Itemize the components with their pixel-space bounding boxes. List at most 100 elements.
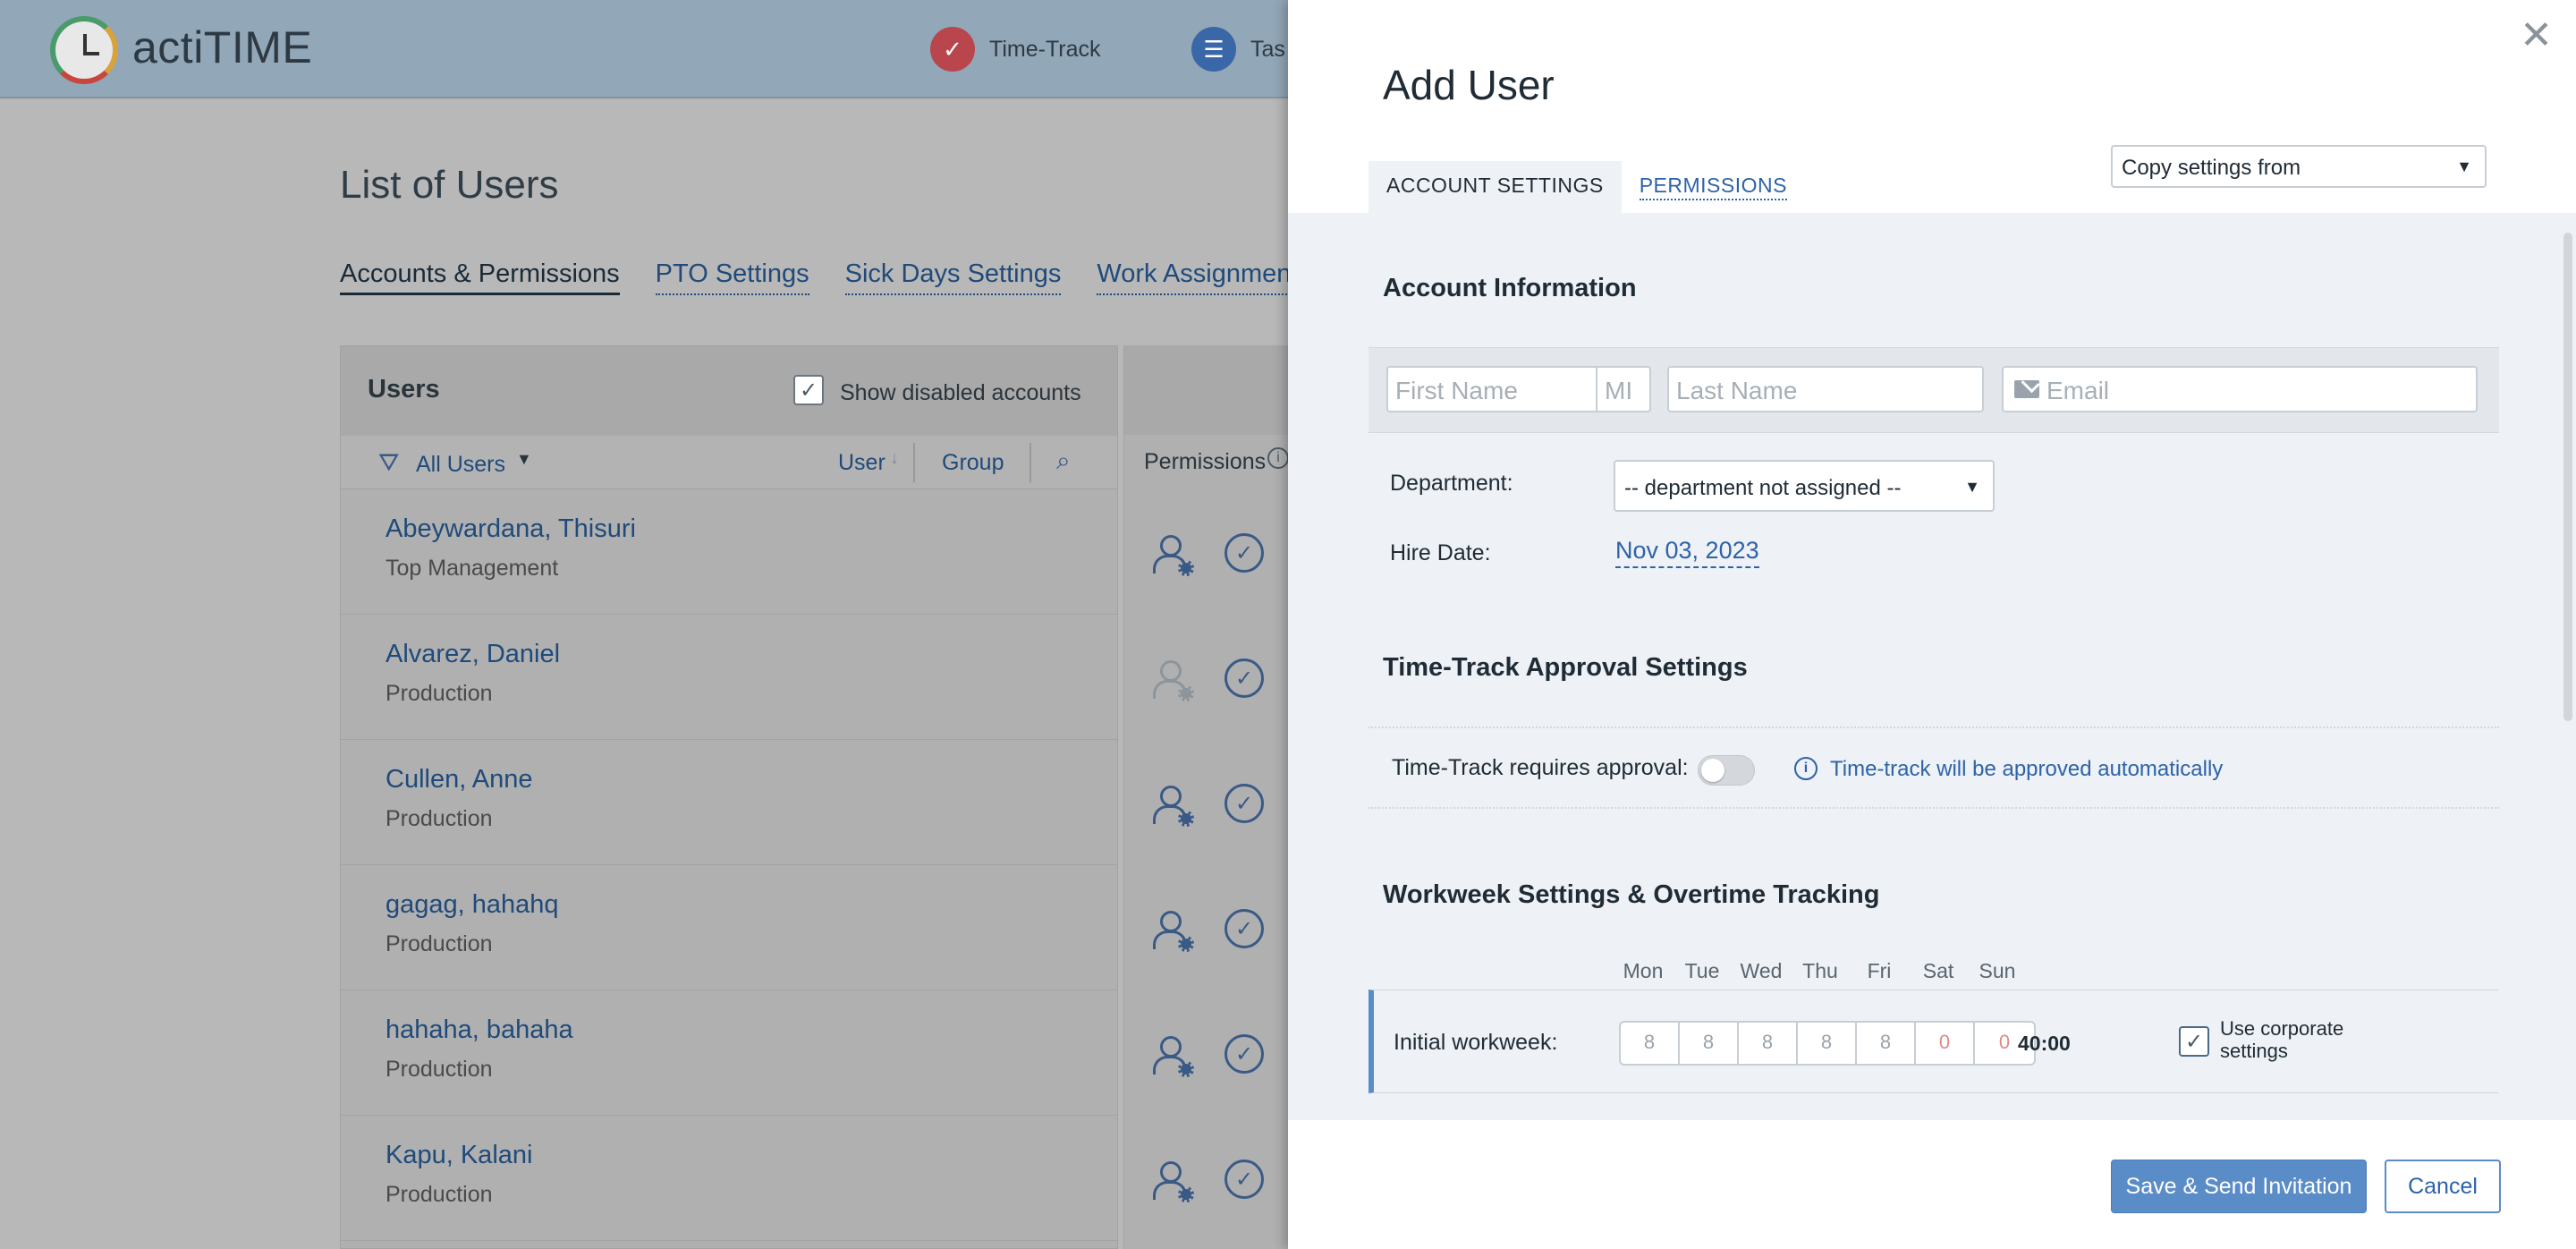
email-input[interactable]: Email	[2002, 366, 2478, 412]
save-send-invitation-button[interactable]: Save & Send Invitation	[2111, 1160, 2367, 1213]
approve-edit-icon[interactable]: ✓	[1224, 1034, 1264, 1074]
gear-icon	[1178, 811, 1194, 827]
cancel-button[interactable]: Cancel	[2385, 1160, 2501, 1213]
search-icon[interactable]: ⌕	[1056, 446, 1071, 476]
tab-permissions-label: PERMISSIONS	[1639, 174, 1787, 200]
user-name[interactable]: gagag, hahahq	[386, 890, 559, 920]
time-track-icon: ✓	[930, 27, 975, 72]
add-user-panel: ✕ Add User Copy settings from ▼ ACCOUNT …	[1288, 0, 2576, 1249]
table-row[interactable]: hahaha, bahaha Production	[341, 990, 1117, 1116]
middle-initial-input[interactable]: MI	[1596, 366, 1651, 412]
permission-icons: ✓	[1151, 658, 1264, 701]
section-title-workweek: Workweek Settings & Overtime Tracking	[1383, 880, 1880, 909]
brand-name[interactable]: actiTIME	[132, 21, 312, 73]
modal-title: Add User	[1383, 62, 1555, 108]
hours-input-fri[interactable]: 8	[1857, 1023, 1916, 1064]
close-icon[interactable]: ✕	[2520, 16, 2553, 55]
modal-tabs: ACCOUNT SETTINGS PERMISSIONS	[1368, 161, 1805, 213]
permission-icons: ✓	[1151, 909, 1264, 952]
permission-icons: ✓	[1151, 533, 1264, 576]
tab-permissions[interactable]: PERMISSIONS	[1622, 161, 1805, 213]
approve-edit-icon[interactable]: ✓	[1224, 784, 1264, 823]
user-settings-icon[interactable]	[1151, 1034, 1194, 1077]
gear-icon	[1178, 560, 1194, 576]
user-name[interactable]: Abeywardana, Thisuri	[386, 514, 636, 544]
user-department: Production	[386, 931, 493, 956]
table-row[interactable]: Kapu, Kalani Production	[341, 1116, 1117, 1241]
user-settings-icon[interactable]	[1151, 784, 1194, 827]
approve-edit-icon[interactable]: ✓	[1224, 533, 1264, 573]
hours-input-tue[interactable]: 8	[1680, 1023, 1739, 1064]
nav-tasks[interactable]: ☰ Tas	[1191, 27, 1285, 72]
workweek-total: 40:00	[2018, 1032, 2071, 1055]
user-settings-icon[interactable]	[1151, 909, 1194, 952]
first-name-input[interactable]: First Name	[1386, 366, 1597, 412]
gear-icon	[1178, 1186, 1194, 1202]
approve-edit-icon[interactable]: ✓	[1224, 658, 1264, 698]
hire-date-picker[interactable]: Nov 03, 2023	[1615, 537, 1759, 568]
divider	[1368, 726, 2499, 728]
approval-toggle[interactable]	[1698, 755, 1755, 786]
day-header: Fri	[1867, 959, 1892, 982]
user-department: Top Management	[386, 556, 559, 581]
workweek-label: Initial workweek:	[1394, 1030, 1558, 1055]
table-row[interactable]: Alvarez, Daniel Production	[341, 615, 1117, 740]
tab-account-settings[interactable]: ACCOUNT SETTINGS	[1368, 161, 1622, 213]
copy-settings-select[interactable]: Copy settings from ▼	[2111, 145, 2487, 188]
gear-icon	[1178, 685, 1194, 701]
user-settings-icon[interactable]	[1151, 1160, 1194, 1202]
table-row[interactable]: Abeywardana, Thisuri Top Management	[341, 489, 1117, 615]
subtab-accounts-permissions[interactable]: Accounts & Permissions	[340, 259, 620, 295]
column-divider	[1030, 443, 1031, 482]
permission-icons: ✓	[1151, 1160, 1264, 1202]
info-icon[interactable]: i	[1267, 447, 1289, 469]
hours-input-mon[interactable]: 8	[1621, 1023, 1680, 1064]
user-department: Production	[386, 681, 493, 706]
use-corporate-label[interactable]: Use corporate settings	[2220, 1017, 2399, 1062]
subtab-sick-days-settings[interactable]: Sick Days Settings	[844, 259, 1062, 295]
user-name[interactable]: Kapu, Kalani	[386, 1141, 532, 1170]
caret-down-icon: ▼	[2456, 157, 2472, 175]
scrollbar[interactable]	[2563, 233, 2572, 721]
subtab-pto-settings[interactable]: PTO Settings	[655, 259, 809, 295]
name-fields-row: First Name MI Last Name Email	[1368, 347, 2499, 433]
hours-input-wed[interactable]: 8	[1739, 1023, 1798, 1064]
table-row[interactable]: gagag, hahahq Production	[341, 865, 1117, 990]
day-header: Tue	[1684, 959, 1720, 982]
department-select[interactable]: -- department not assigned -- ▼	[1614, 460, 1995, 512]
section-title-approval: Time-Track Approval Settings	[1383, 653, 1748, 682]
user-settings-icon[interactable]	[1151, 658, 1194, 701]
user-name[interactable]: Cullen, Anne	[386, 765, 532, 794]
day-header: Sat	[1922, 959, 1954, 982]
sort-by-user[interactable]: User	[838, 450, 886, 476]
subtab-work-assignments[interactable]: Work Assignments	[1097, 259, 1311, 295]
permission-icons: ✓	[1151, 784, 1264, 827]
all-users-filter[interactable]: All Users	[416, 452, 505, 478]
user-department: Production	[386, 1182, 493, 1207]
day-header: Sun	[1979, 959, 2016, 982]
nav-tasks-label: Tas	[1250, 36, 1285, 62]
actitime-logo-icon[interactable]	[50, 16, 118, 84]
info-icon: i	[1794, 757, 1818, 780]
show-disabled-checkbox[interactable]: ✓	[793, 375, 824, 405]
approve-edit-icon[interactable]: ✓	[1224, 909, 1264, 948]
user-name[interactable]: Alvarez, Daniel	[386, 640, 560, 669]
filter-icon[interactable]: ⛛	[378, 448, 400, 478]
use-corporate-checkbox[interactable]: ✓	[2179, 1026, 2209, 1057]
permission-icons: ✓	[1151, 1034, 1264, 1077]
hours-input-thu[interactable]: 8	[1798, 1023, 1857, 1064]
table-row[interactable]: Cullen, Anne Production	[341, 740, 1117, 865]
modal-body: Account Information First Name MI Last N…	[1288, 213, 2576, 1120]
show-disabled-label[interactable]: Show disabled accounts	[840, 380, 1081, 406]
day-header: Wed	[1740, 959, 1783, 982]
user-name[interactable]: hahaha, bahaha	[386, 1015, 573, 1045]
last-name-input[interactable]: Last Name	[1667, 366, 1984, 412]
nav-time-track[interactable]: ✓ Time-Track	[930, 27, 1101, 72]
users-list-panel: Users ✓ Show disabled accounts ⛛ All Use…	[340, 345, 1118, 1249]
sort-by-group[interactable]: Group	[942, 450, 1004, 476]
user-settings-icon[interactable]	[1151, 533, 1194, 576]
hours-input-sat[interactable]: 0	[1916, 1023, 1975, 1064]
approve-edit-icon[interactable]: ✓	[1224, 1160, 1264, 1199]
envelope-icon	[2014, 380, 2039, 398]
caret-down-icon[interactable]: ▼	[516, 450, 532, 469]
